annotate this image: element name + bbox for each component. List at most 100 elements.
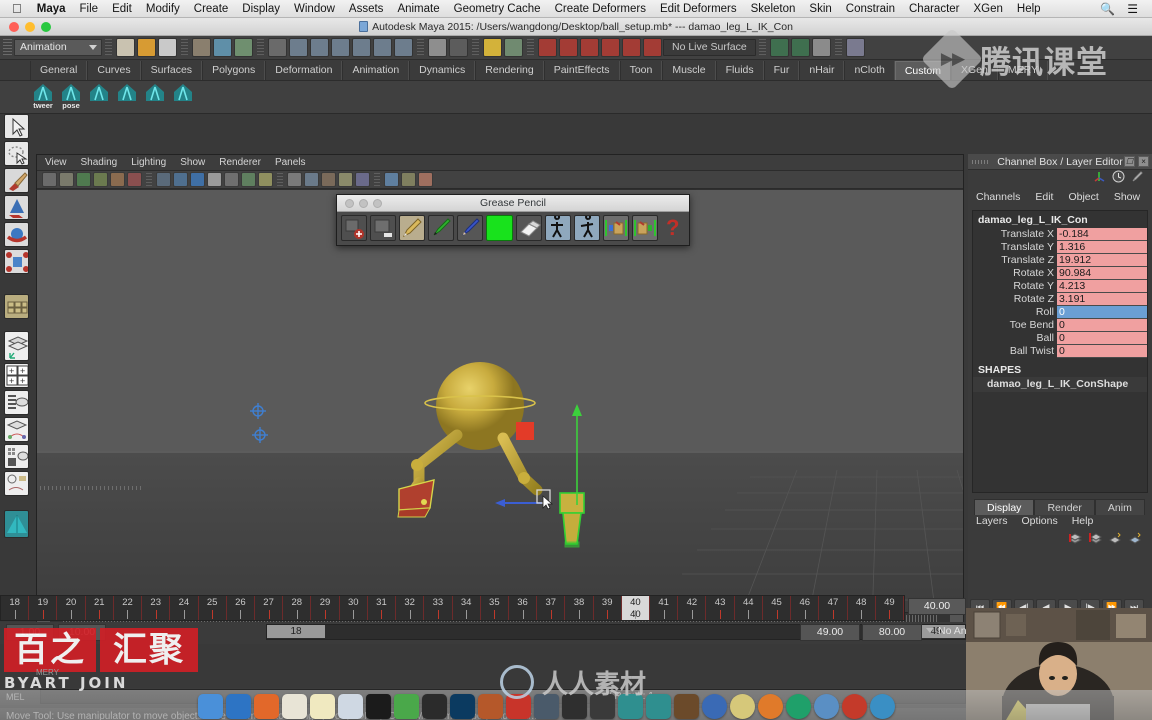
shelf-button-0[interactable]: tweer — [30, 82, 56, 112]
hypershade-persp-icon[interactable] — [4, 471, 29, 496]
menu-item-character[interactable]: Character — [902, 0, 967, 18]
shape-node-name[interactable]: damao_leg_L_IK_ConShape — [973, 377, 1147, 392]
dock-nuke-icon[interactable] — [561, 694, 587, 719]
shelf-tab-deformation[interactable]: Deformation — [265, 61, 343, 80]
dock-chrome-icon[interactable] — [869, 694, 895, 719]
layer-down-icon[interactable] — [1129, 531, 1142, 547]
all-lights-icon[interactable] — [355, 172, 370, 187]
select-camera-icon[interactable] — [42, 172, 57, 187]
rotate-tool-icon[interactable] — [4, 222, 29, 247]
motion-blur-icon[interactable] — [418, 172, 433, 187]
shelf-tab-painteffects[interactable]: PaintEffects — [543, 61, 620, 80]
close-icon[interactable]: × — [1138, 156, 1149, 167]
viewport-menu-show[interactable]: Show — [180, 157, 205, 168]
time-slider-frame-30[interactable]: 30 — [340, 596, 368, 620]
shelf-tab-ncloth[interactable]: nCloth — [844, 61, 895, 80]
channel-value-field[interactable]: 19.912 — [1057, 254, 1147, 267]
snap-to-point-magnet-icon[interactable] — [580, 38, 599, 57]
dock-houdini-icon[interactable] — [757, 694, 783, 719]
playback-end-field[interactable]: 80.00 — [862, 624, 922, 641]
grease-pencil-window[interactable]: Grease Pencil ? — [336, 194, 690, 246]
hide-deformers-icon[interactable] — [287, 172, 302, 187]
prev-frame-icon[interactable] — [603, 215, 629, 241]
select-filter-icon[interactable] — [268, 38, 287, 57]
dock-zbrush-icon[interactable] — [785, 694, 811, 719]
move-tool-icon[interactable] — [4, 195, 29, 220]
viewport-menu-renderer[interactable]: Renderer — [219, 157, 261, 168]
time-slider-frame-42[interactable]: 42 — [678, 596, 707, 620]
channel-value-field[interactable]: 0 — [1057, 345, 1147, 358]
select-by-object-icon[interactable] — [213, 38, 232, 57]
time-slider-frame-24[interactable]: 24 — [170, 596, 199, 620]
range-slider[interactable]: 18 49 — [266, 624, 966, 640]
snap-to-view-magnet-icon[interactable] — [622, 38, 641, 57]
paint-select-icon[interactable] — [4, 168, 29, 193]
time-slider-frame-21[interactable]: 21 — [86, 596, 114, 620]
shelf-tab-xgen[interactable]: XGen — [951, 61, 998, 80]
shelf-tab-nhair[interactable]: nHair — [799, 61, 845, 80]
isolate-select-icon[interactable] — [304, 172, 319, 187]
dock-yinyang-icon[interactable] — [365, 694, 391, 719]
xray-icon[interactable] — [241, 172, 256, 187]
channel-row[interactable]: Translate X -0.184 — [973, 228, 1147, 241]
make-live-icon[interactable] — [504, 38, 523, 57]
dock-photoshop-icon[interactable] — [449, 694, 475, 719]
playback-start-field[interactable]: 49.00 — [800, 624, 860, 641]
layer-menu-help[interactable]: Help — [1072, 515, 1094, 531]
dock-image-icon[interactable] — [813, 694, 839, 719]
dock-final-cut-icon[interactable] — [533, 694, 559, 719]
shelf-tab-rendering[interactable]: Rendering — [475, 61, 544, 80]
single-view-icon[interactable] — [4, 331, 29, 361]
menu-list-icon[interactable]: ☰ — [1121, 2, 1144, 16]
channel-row[interactable]: Roll 0 — [973, 306, 1147, 319]
viewport-menu-view[interactable]: View — [45, 157, 67, 168]
shelf-tab-muscle[interactable]: Muscle — [662, 61, 716, 80]
time-slider-frame-19[interactable]: 19 — [29, 596, 58, 620]
2d-pan-zoom-icon[interactable] — [110, 172, 125, 187]
scale-tool-icon[interactable] — [4, 249, 29, 274]
persp-graph-icon[interactable] — [4, 444, 29, 469]
time-slider-frame-35[interactable]: 35 — [481, 596, 509, 620]
dock-nuke-studio-icon[interactable] — [589, 694, 615, 719]
dock-maya-icon[interactable] — [393, 694, 419, 719]
channel-row[interactable]: Ball Twist 0 — [973, 345, 1147, 358]
snap-to-curve-magnet-icon[interactable] — [559, 38, 578, 57]
channel-box-menu-edit[interactable]: Edit — [1035, 191, 1053, 203]
layer-tab-display[interactable]: Display — [974, 499, 1035, 515]
channel-value-field[interactable]: 0 — [1057, 332, 1147, 345]
dock-cinema4d-icon[interactable] — [729, 694, 755, 719]
open-scene-icon[interactable] — [137, 38, 156, 57]
snap-projection-icon[interactable] — [352, 38, 371, 57]
marker-icon[interactable] — [428, 215, 454, 241]
select-by-hierarchy-icon[interactable] — [192, 38, 211, 57]
help-icon[interactable] — [449, 38, 468, 57]
menu-item-modify[interactable]: Modify — [139, 0, 187, 18]
time-slider-frame-28[interactable]: 28 — [283, 596, 312, 620]
undock-icon[interactable]: ☐ — [1124, 156, 1135, 167]
shelf-button-1[interactable]: pose — [58, 82, 84, 112]
shelf-tab-dynamics[interactable]: Dynamics — [409, 61, 476, 80]
lock-icon[interactable] — [483, 38, 502, 57]
channel-value-field[interactable]: 0 — [1057, 319, 1147, 332]
channel-value-field[interactable]: 4.213 — [1057, 280, 1147, 293]
new-layer-icon[interactable] — [1069, 531, 1083, 547]
channel-row[interactable]: Ball 0 — [973, 332, 1147, 345]
channel-row[interactable]: Toe Bend 0 — [973, 319, 1147, 332]
menu-item-xgen[interactable]: XGen — [967, 0, 1010, 18]
snap-point-icon[interactable] — [331, 38, 350, 57]
menu-item-help[interactable]: Help — [1010, 0, 1048, 18]
onion-previous-icon[interactable] — [545, 214, 571, 241]
time-slider-frame-40[interactable]: 40 40 — [621, 596, 651, 620]
dock-firefox-icon[interactable] — [253, 694, 279, 719]
input-connections-icon[interactable] — [769, 38, 789, 57]
time-slider-frame-38[interactable]: 38 — [565, 596, 594, 620]
channel-value-field[interactable]: 0 — [1057, 306, 1147, 319]
channel-row[interactable]: Rotate Y 4.213 — [973, 280, 1147, 293]
menu-item-create[interactable]: Create — [187, 0, 236, 18]
add-frame-icon[interactable] — [341, 215, 367, 241]
dock-quicktime-icon[interactable] — [701, 694, 727, 719]
clock-icon[interactable] — [1112, 170, 1125, 188]
snap-uv-icon[interactable] — [394, 38, 413, 57]
shelf-tab-general[interactable]: General — [30, 61, 88, 80]
help-icon[interactable]: ? — [661, 215, 685, 241]
